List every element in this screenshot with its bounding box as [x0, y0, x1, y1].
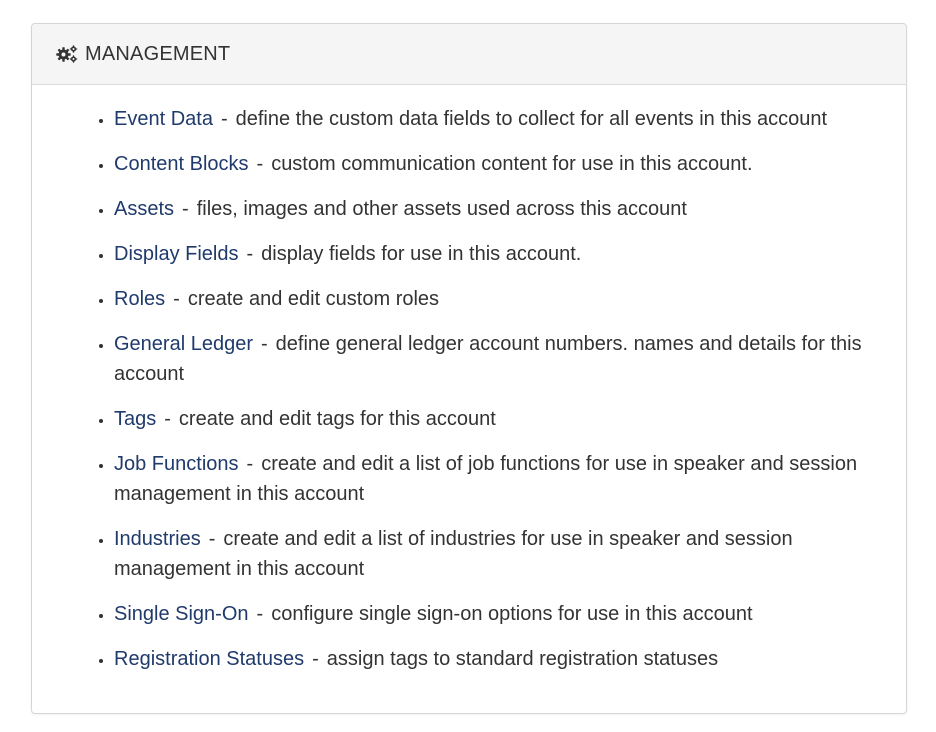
list-item-event-data: Event Data-define the custom data fields… [114, 104, 882, 134]
list-item-content-blocks: Content Blocks-custom communication cont… [114, 149, 882, 179]
job-functions-link[interactable]: Job Functions [114, 453, 239, 475]
display-fields-link[interactable]: Display Fields [114, 243, 238, 265]
item-description: create and edit custom roles [187, 288, 440, 310]
item-description: display fields for use in this account. [261, 243, 582, 265]
list-item-job-functions: Job Functions-create and edit a list of … [114, 449, 882, 509]
list-item-industries: Industries-create and edit a list of ind… [114, 524, 882, 584]
general-ledger-link[interactable]: General Ledger [114, 333, 253, 355]
list-item-general-ledger: General Ledger-define general ledger acc… [114, 329, 882, 389]
gears-icon [56, 44, 80, 64]
item-description: define the custom data fields to collect… [235, 108, 828, 130]
event-data-link[interactable]: Event Data [114, 108, 213, 130]
tags-link[interactable]: Tags [114, 408, 156, 430]
registration-statuses-link[interactable]: Registration Statuses [114, 648, 304, 670]
list-item-roles: Roles-create and edit custom roles [114, 284, 882, 314]
panel-title: MANAGEMENT [85, 42, 231, 65]
item-description: custom communication content for use in … [271, 153, 753, 175]
panel-heading: MANAGEMENT [32, 24, 906, 85]
single-sign-on-link[interactable]: Single Sign-On [114, 603, 249, 625]
list-item-tags: Tags-create and edit tags for this accou… [114, 404, 882, 434]
management-panel: MANAGEMENT Event Data-define the custom … [31, 23, 907, 714]
item-description: assign tags to standard registration sta… [326, 648, 719, 670]
list-item-assets: Assets-files, images and other assets us… [114, 194, 882, 224]
panel-body: Event Data-define the custom data fields… [32, 85, 906, 674]
list-item-registration-statuses: Registration Statuses-assign tags to sta… [114, 644, 882, 674]
item-description: create and edit a list of industries for… [114, 528, 793, 580]
content-blocks-link[interactable]: Content Blocks [114, 153, 249, 175]
list-item-display-fields: Display Fields-display fields for use in… [114, 239, 882, 269]
item-description: create and edit tags for this account [178, 408, 496, 430]
assets-link[interactable]: Assets [114, 198, 174, 220]
item-description: configure single sign-on options for use… [271, 603, 753, 625]
industries-link[interactable]: Industries [114, 528, 201, 550]
list-item-single-sign-on: Single Sign-On-configure single sign-on … [114, 599, 882, 629]
roles-link[interactable]: Roles [114, 288, 165, 310]
item-description: files, images and other assets used acro… [196, 198, 687, 220]
management-list: Event Data-define the custom data fields… [92, 104, 882, 674]
